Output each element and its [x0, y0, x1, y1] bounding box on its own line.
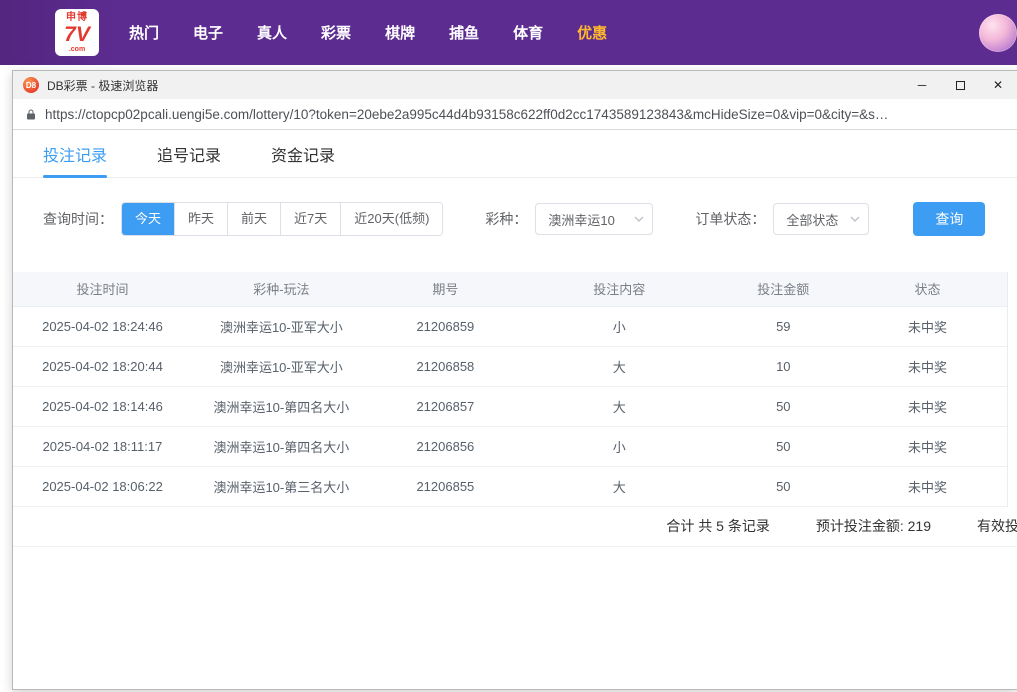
maximize-icon — [956, 81, 965, 90]
cell-2: 21206859 — [371, 306, 520, 346]
status-filter-label: 订单状态： — [695, 209, 765, 229]
summary-valid-amount: 有效投注 — [977, 516, 1017, 536]
time-option-0[interactable]: 今天 — [122, 203, 174, 235]
cell-5: 未中奖 — [848, 386, 1007, 426]
cell-1: 澳洲幸运10-亚军大小 — [192, 346, 371, 386]
column-header-1: 彩种-玩法 — [192, 272, 371, 306]
cell-2: 21206855 — [371, 466, 520, 506]
table-summary: 合计 共 5 条记录 预计投注金额: 219 有效投注 — [13, 507, 1017, 547]
time-option-3[interactable]: 近7天 — [280, 203, 340, 235]
cell-1: 澳洲幸运10-第三名大小 — [192, 466, 371, 506]
table-header-row: 投注时间彩种-玩法期号投注内容投注金额状态 — [13, 272, 1007, 306]
lottery-filter-label: 彩种： — [485, 209, 527, 229]
cell-5: 未中奖 — [848, 306, 1007, 346]
cell-0: 2025-04-02 18:24:46 — [13, 306, 192, 346]
cell-3: 大 — [520, 346, 719, 386]
time-option-2[interactable]: 前天 — [227, 203, 280, 235]
nav-item-promo[interactable]: 优惠 — [577, 22, 607, 43]
lottery-select-value: 澳洲幸运10 — [548, 210, 614, 229]
site-logo[interactable]: 申博 7V .com — [55, 9, 99, 56]
time-filter-group: 今天昨天前天近7天近20天(低频) — [121, 202, 443, 236]
cell-3: 小 — [520, 426, 719, 466]
summary-expected-amount: 预计投注金额: 219 — [816, 516, 931, 536]
time-option-1[interactable]: 昨天 — [174, 203, 227, 235]
table-row: 2025-04-02 18:20:44澳洲幸运10-亚军大小21206858大1… — [13, 346, 1007, 386]
lock-icon — [25, 108, 37, 121]
cell-2: 21206857 — [371, 386, 520, 426]
page-content: 投注记录 追号记录 资金记录 查询时间： 今天昨天前天近7天近20天(低频) 彩种：… — [13, 130, 1017, 689]
cell-0: 2025-04-02 18:20:44 — [13, 346, 192, 386]
nav-item-sports[interactable]: 体育 — [513, 22, 543, 43]
time-filter-label: 查询时间： — [43, 209, 113, 229]
column-header-0: 投注时间 — [13, 272, 192, 306]
nav-item-chess[interactable]: 棋牌 — [385, 22, 415, 43]
table-row: 2025-04-02 18:11:17澳洲幸运10-第四名大小21206856小… — [13, 426, 1007, 466]
cell-3: 大 — [520, 386, 719, 426]
cell-4: 59 — [719, 306, 848, 346]
time-option-4[interactable]: 近20天(低频) — [340, 203, 442, 235]
cell-4: 10 — [719, 346, 848, 386]
order-status-select-value: 全部状态 — [786, 210, 838, 229]
cell-3: 大 — [520, 466, 719, 506]
order-status-select[interactable]: 全部状态 — [773, 203, 869, 235]
table-row: 2025-04-02 18:14:46澳洲幸运10-第四名大小21206857大… — [13, 386, 1007, 426]
site-logo-text-7v: 7V — [64, 24, 90, 45]
cell-5: 未中奖 — [848, 466, 1007, 506]
column-header-5: 状态 — [848, 272, 1007, 306]
cell-5: 未中奖 — [848, 426, 1007, 466]
site-logo-text-com: .com — [69, 46, 85, 53]
maximize-button[interactable] — [941, 71, 979, 99]
tab-bet-records[interactable]: 投注记录 — [43, 130, 107, 177]
table-row: 2025-04-02 18:06:22澳洲幸运10-第三名大小21206855大… — [13, 466, 1007, 506]
nav-item-live[interactable]: 真人 — [257, 22, 287, 43]
column-header-3: 投注内容 — [520, 272, 719, 306]
table-row: 2025-04-02 18:24:46澳洲幸运10-亚军大小21206859小5… — [13, 306, 1007, 346]
browser-favicon-icon: D8 — [23, 77, 39, 93]
cell-2: 21206856 — [371, 426, 520, 466]
tabs: 投注记录 追号记录 资金记录 — [13, 130, 1017, 178]
address-bar[interactable]: https://ctopcp02pcali.uengi5e.com/lotter… — [13, 99, 1017, 130]
cell-1: 澳洲幸运10-第四名大小 — [192, 426, 371, 466]
cell-3: 小 — [520, 306, 719, 346]
cell-5: 未中奖 — [848, 346, 1007, 386]
cell-4: 50 — [719, 386, 848, 426]
cell-0: 2025-04-02 18:11:17 — [13, 426, 192, 466]
filter-bar: 查询时间： 今天昨天前天近7天近20天(低频) 彩种： 澳洲幸运10 订单状态：… — [13, 178, 1017, 272]
column-header-2: 期号 — [371, 272, 520, 306]
site-logo-text-cn: 申博 — [66, 13, 88, 23]
nav-items: 热门 电子 真人 彩票 棋牌 捕鱼 体育 优惠 — [129, 22, 607, 43]
window-controls: ─ ✕ — [903, 71, 1017, 99]
summary-total: 合计 共 5 条记录 — [666, 516, 769, 536]
minimize-button[interactable]: ─ — [903, 71, 941, 99]
cell-1: 澳洲幸运10-亚军大小 — [192, 306, 371, 346]
bet-records-table: 投注时间彩种-玩法期号投注内容投注金额状态 2025-04-02 18:24:4… — [13, 272, 1008, 507]
lottery-select[interactable]: 澳洲幸运10 — [535, 203, 653, 235]
chevron-down-icon — [634, 216, 644, 222]
window-titlebar[interactable]: D8 DB彩票 - 极速浏览器 ─ ✕ — [13, 71, 1017, 99]
nav-item-hot[interactable]: 热门 — [129, 22, 159, 43]
tab-fund-records[interactable]: 资金记录 — [271, 130, 335, 177]
browser-window: D8 DB彩票 - 极速浏览器 ─ ✕ https://ctopcp02pcal… — [12, 70, 1017, 690]
user-avatar[interactable] — [979, 14, 1017, 52]
search-button[interactable]: 查询 — [913, 202, 985, 236]
table-body: 2025-04-02 18:24:46澳洲幸运10-亚军大小21206859小5… — [13, 306, 1007, 506]
tab-chase-records[interactable]: 追号记录 — [157, 130, 221, 177]
url-text: https://ctopcp02pcali.uengi5e.com/lotter… — [45, 107, 888, 122]
column-header-4: 投注金额 — [719, 272, 848, 306]
cell-4: 50 — [719, 426, 848, 466]
cell-0: 2025-04-02 18:14:46 — [13, 386, 192, 426]
nav-item-slots[interactable]: 电子 — [193, 22, 223, 43]
top-navigation: 申博 7V .com 热门 电子 真人 彩票 棋牌 捕鱼 体育 优惠 — [0, 0, 1017, 65]
nav-item-lottery[interactable]: 彩票 — [321, 22, 351, 43]
cell-2: 21206858 — [371, 346, 520, 386]
window-title: DB彩票 - 极速浏览器 — [47, 77, 158, 94]
close-button[interactable]: ✕ — [979, 71, 1017, 99]
chevron-down-icon — [850, 216, 860, 222]
cell-0: 2025-04-02 18:06:22 — [13, 466, 192, 506]
nav-item-fishing[interactable]: 捕鱼 — [449, 22, 479, 43]
cell-4: 50 — [719, 466, 848, 506]
cell-1: 澳洲幸运10-第四名大小 — [192, 386, 371, 426]
